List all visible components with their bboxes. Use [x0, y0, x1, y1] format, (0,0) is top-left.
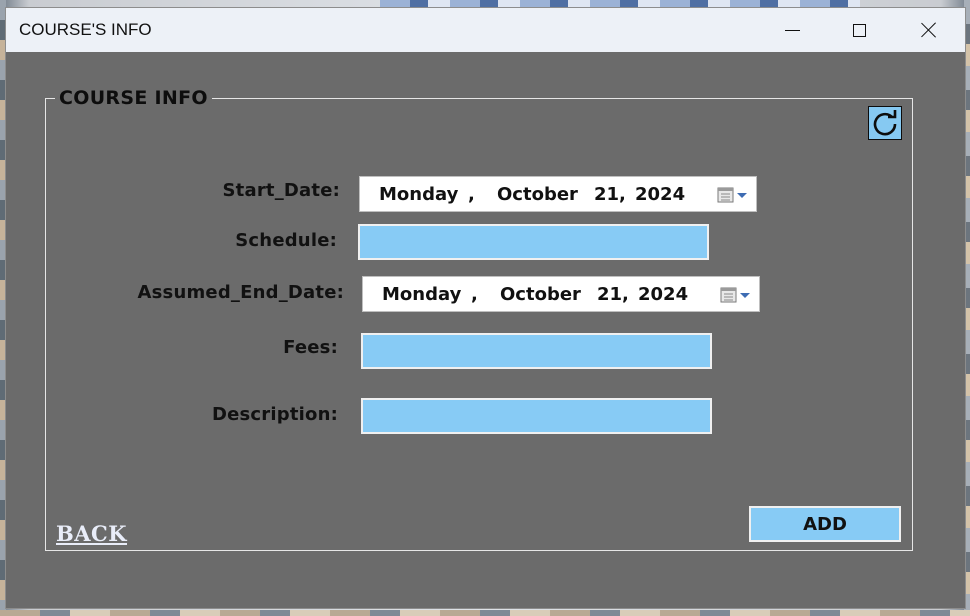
close-icon [921, 22, 937, 38]
calendar-dropdown-icon[interactable] [720, 287, 752, 303]
maximize-icon [852, 23, 866, 37]
minimize-button[interactable] [756, 8, 828, 52]
description-label: Description: [211, 404, 338, 425]
minimize-icon [784, 29, 800, 31]
fees-label: Fees: [283, 337, 338, 358]
background-bottom [0, 610, 970, 616]
fees-input[interactable] [361, 333, 712, 369]
back-link[interactable]: BACK [56, 521, 127, 546]
description-input[interactable] [361, 398, 712, 434]
course-info-window: COURSE'S INFO COURSE INFO Start_Date: Mo… [5, 7, 966, 609]
assumed-end-date-picker[interactable]: Monday , October 21, 2024 [362, 276, 760, 312]
start-date-year[interactable]: 2024 [635, 184, 685, 205]
end-date-separator: , [471, 283, 478, 305]
start-date-label: Start_Date: [222, 180, 340, 201]
calendar-dropdown-icon[interactable] [717, 187, 749, 203]
start-date-month[interactable]: October [497, 184, 578, 205]
schedule-label: Schedule: [235, 230, 337, 251]
start-date-picker[interactable]: Monday , October 21, 2024 [359, 176, 757, 212]
end-date-day[interactable]: 21, [597, 284, 629, 305]
maximize-button[interactable] [823, 8, 895, 52]
title-bar[interactable]: COURSE'S INFO [6, 8, 965, 52]
start-date-day[interactable]: 21, [594, 184, 626, 205]
start-date-separator: , [468, 183, 475, 205]
end-date-year[interactable]: 2024 [638, 284, 688, 305]
end-date-month[interactable]: October [500, 284, 581, 305]
start-date-weekday[interactable]: Monday [379, 184, 458, 205]
panel-legend: COURSE INFO [55, 87, 212, 109]
refresh-icon [873, 110, 897, 136]
close-button[interactable] [893, 8, 965, 52]
schedule-input[interactable] [358, 224, 709, 260]
add-button[interactable]: ADD [749, 506, 901, 542]
window-title: COURSE'S INFO [19, 20, 152, 39]
end-date-weekday[interactable]: Monday [382, 284, 461, 305]
refresh-button[interactable] [868, 106, 902, 140]
assumed-end-date-label: Assumed_End_Date: [137, 282, 344, 303]
course-info-panel [45, 98, 913, 551]
